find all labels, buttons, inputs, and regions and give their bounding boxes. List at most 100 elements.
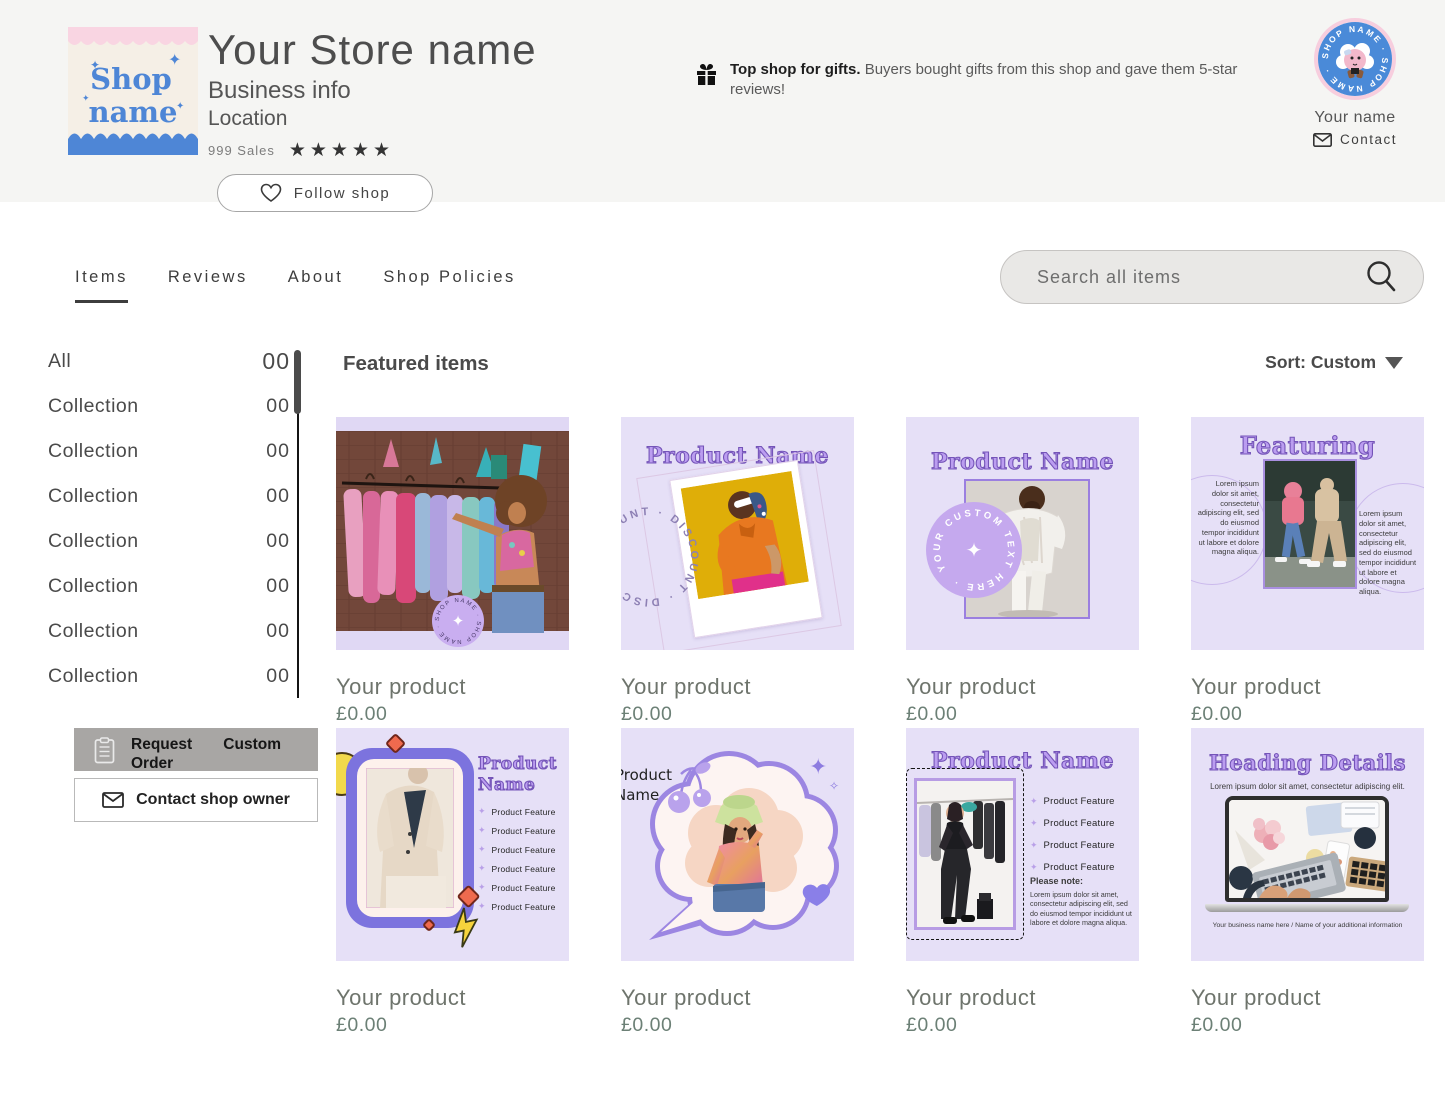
avatar[interactable]: SHOP NAME · SHOP NAME · (1314, 18, 1396, 100)
svg-text:name: name (88, 95, 177, 129)
product-name: Your product (621, 985, 854, 1011)
product-image: SHOP NAME · SHOP NAME · ✦ (336, 417, 569, 650)
product-card[interactable]: Product Name ✦Product Feature ✦Product F… (336, 728, 569, 1037)
sidebar-item-collection[interactable]: Collection 00 (48, 528, 290, 555)
sidebar-item-label: Collection (48, 440, 139, 463)
svg-text:✧: ✧ (829, 779, 839, 793)
sidebar-scrollbar-thumb[interactable] (294, 350, 301, 414)
product-price: £0.00 (906, 1014, 1139, 1037)
top-shop-text: Top shop for gifts. Buyers bought gifts … (730, 60, 1240, 101)
sidebar-item-collection[interactable]: Collection 00 (48, 663, 290, 690)
sales-count: 999 Sales (208, 143, 275, 158)
product-price: £0.00 (1191, 1014, 1424, 1037)
product-name: Your product (621, 674, 854, 700)
product-card[interactable]: Product Name Y (906, 417, 1139, 726)
heart-icon (260, 183, 282, 203)
feature-bullet-icon: ✦ (478, 825, 486, 836)
note-text: Lorem ipsum dolor sit amet, consectetur … (1030, 890, 1134, 927)
clipboard-icon (94, 737, 115, 764)
product-price: £0.00 (336, 703, 569, 726)
product-image: Product Name DISCOUNT · DIS (621, 417, 854, 650)
card-title-line2: Name (478, 775, 557, 796)
feature-bullet-icon: ✦ (478, 806, 486, 817)
laptop-base (1205, 904, 1409, 912)
sidebar-item-collection[interactable]: Collection 00 (48, 393, 290, 420)
svg-text:✦: ✦ (176, 101, 184, 112)
product-card[interactable]: Product Name DISCOUNT · DIS (621, 417, 854, 726)
sidebar-item-label: Collection (48, 485, 139, 508)
sidebar-item-collection[interactable]: Collection 00 (48, 483, 290, 510)
sidebar-item-all[interactable]: All 00 (48, 348, 290, 375)
feature-bullet-icon: ✦ (1030, 840, 1038, 851)
custom-text-circle: YOUR CUSTOM TEXT HERE · ✦ (924, 500, 1024, 600)
product-image: Product Name ✦Product Feature ✦Product F… (336, 728, 569, 961)
sidebar-item-label: Collection (48, 620, 139, 643)
sidebar-item-collection[interactable]: Collection 00 (48, 573, 290, 600)
discount-stamp: DISCOUNT · DISCOUNT · DISCOUNT · DISCOUN… (621, 497, 709, 617)
request-custom-order-label: Request Custom Order (131, 735, 281, 774)
product-image: ✦ ✧ Product Name (621, 728, 854, 961)
featured-items-title: Featured items (343, 352, 489, 376)
header: Shop name ✦ ✦ ✦ ✦ Your Store name Busine… (0, 0, 1445, 202)
product-name: Your product (906, 985, 1139, 1011)
sidebar-item-collection[interactable]: Collection 00 (48, 618, 290, 645)
svg-text:DISCOUNT · DISCOUNT · DISCOUNT: DISCOUNT · DISCOUNT · DISCOUNT · DISCOUN… (621, 497, 709, 617)
svg-text:✦: ✦ (809, 754, 827, 779)
product-card[interactable]: SHOP NAME · SHOP NAME · ✦ Your product £… (336, 417, 569, 726)
svg-text:✦: ✦ (90, 58, 100, 72)
request-custom-order-button[interactable]: Request Custom Order (74, 728, 318, 771)
product-price: £0.00 (906, 703, 1139, 726)
tab-items[interactable]: Items (75, 268, 128, 303)
follow-shop-button[interactable]: Follow shop (217, 174, 433, 212)
follow-shop-label: Follow shop (294, 185, 391, 202)
contact-link[interactable]: Contact (1296, 132, 1414, 147)
sidebar-item-count: 00 (266, 440, 290, 463)
product-card[interactable]: Product Name (906, 728, 1139, 1037)
product-price: £0.00 (1191, 703, 1424, 726)
search-icon[interactable] (1365, 260, 1397, 294)
sidebar-item-count: 00 (266, 620, 290, 643)
search-bar (1000, 250, 1424, 304)
product-card[interactable]: Heading Details Lorem ipsum dolor sit am… (1191, 728, 1424, 1037)
feature-bullet-icon: ✦ (478, 863, 486, 874)
shop-logo: Shop name ✦ ✦ ✦ ✦ (68, 27, 198, 155)
gift-icon (695, 62, 718, 86)
feature-bullet-icon: ✦ (1030, 862, 1038, 873)
feature-label: Product Feature (492, 883, 556, 893)
product-price: £0.00 (621, 1014, 854, 1037)
feature-bullet-icon: ✦ (478, 882, 486, 893)
contact-shop-owner-button[interactable]: Contact shop owner (74, 778, 318, 822)
lorem-left: Lorem ipsum dolor sit amet, consectetur … (1197, 479, 1259, 557)
tab-shop-policies[interactable]: Shop Policies (383, 268, 515, 303)
feature-label: Product Feature (1044, 862, 1115, 873)
svg-text:✦: ✦ (452, 613, 465, 630)
svg-text:Name: Name (621, 786, 659, 804)
contact-label: Contact (1340, 132, 1397, 147)
store-info: Your Store name Business info Location 9… (208, 26, 537, 162)
tab-reviews[interactable]: Reviews (168, 268, 248, 303)
product-card[interactable]: ✦ ✧ Product Name Your product £0.00 (621, 728, 854, 1037)
feature-bullet-icon: ✦ (1030, 796, 1038, 807)
sort-dropdown[interactable]: Sort: Custom (1265, 352, 1403, 373)
top-shop-bold: Top shop for gifts. (730, 61, 861, 78)
sidebar-item-collection[interactable]: Collection 00 (48, 438, 290, 465)
star-rating[interactable]: ★★★★★ (289, 139, 394, 162)
location: Location (208, 107, 537, 131)
feature-label: Product Feature (492, 902, 556, 912)
svg-text:✦: ✦ (82, 93, 90, 103)
feature-label: Product Feature (492, 826, 556, 836)
wavy-frame (346, 748, 474, 928)
shop-logo-image: Shop name ✦ ✦ ✦ ✦ (68, 27, 198, 155)
feature-label: Product Feature (492, 864, 556, 874)
svg-text:Product: Product (621, 766, 672, 784)
tab-about[interactable]: About (288, 268, 344, 303)
search-input[interactable] (1037, 267, 1365, 288)
feature-label: Product Feature (1044, 796, 1115, 807)
sidebar-item-count: 00 (262, 348, 290, 375)
shop-owner-block: SHOP NAME · SHOP NAME · Your name (1296, 18, 1414, 147)
owner-name: Your name (1296, 109, 1414, 127)
product-card[interactable]: Featuring Lorem ipsum dolor sit amet, co… (1191, 417, 1424, 726)
feature-label: Product Feature (492, 807, 556, 817)
shop-tabs: Items Reviews About Shop Policies (75, 268, 516, 303)
shop-page: Shop name ✦ ✦ ✦ ✦ Your Store name Busine… (0, 0, 1445, 1097)
